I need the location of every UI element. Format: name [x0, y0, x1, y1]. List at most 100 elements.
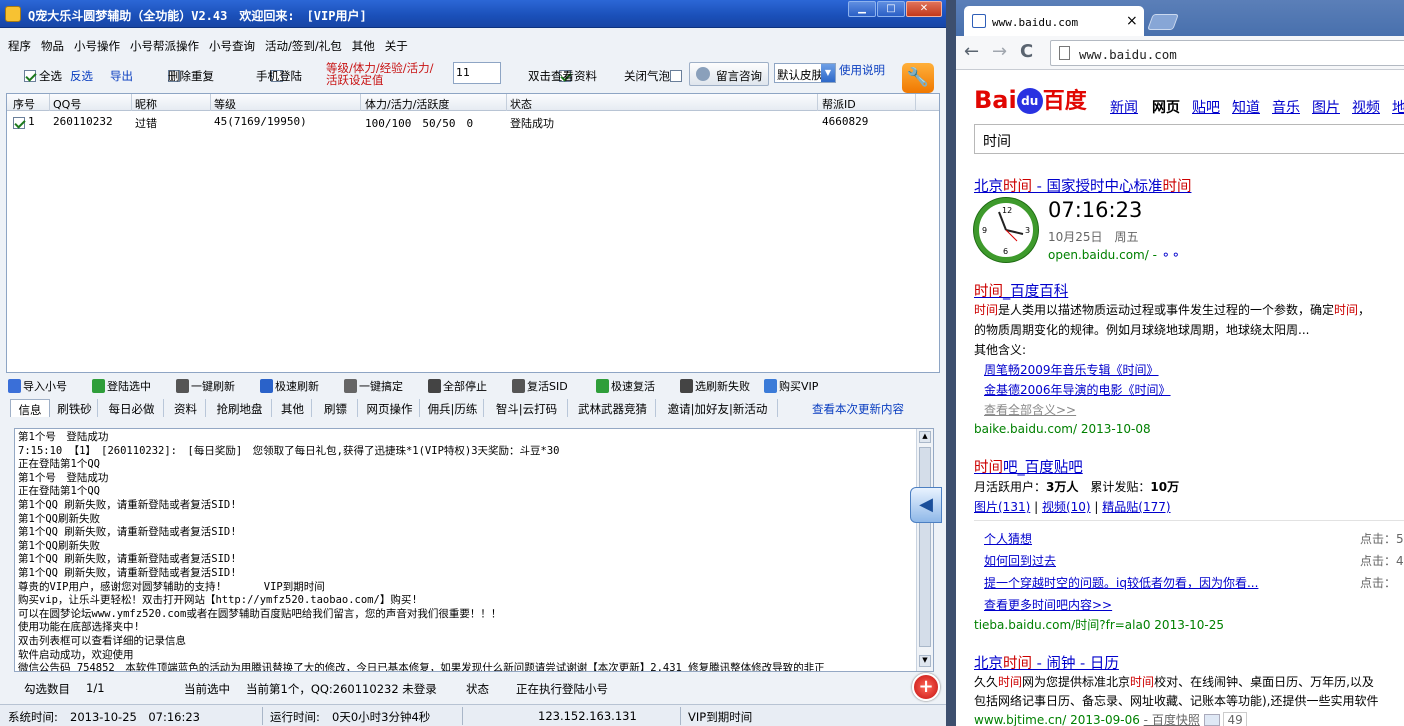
browser-toolbar: ← → C www.baidu.com [956, 36, 1404, 70]
tab-7[interactable]: 网页操作 [360, 399, 420, 417]
collapse-arrow-icon[interactable]: ◀ [910, 487, 942, 523]
menu-program[interactable]: 程序 [8, 38, 31, 54]
action-button-0[interactable]: 导入小号 [8, 378, 67, 394]
forward-arrow-icon[interactable]: → [992, 41, 1007, 62]
tab-1[interactable]: 刷铁砂 [52, 399, 98, 417]
action-button-9[interactable]: 购买VIP [764, 378, 818, 394]
col-guild-id[interactable]: 帮派ID [822, 96, 856, 112]
usage-link[interactable]: 使用说明 [839, 62, 885, 78]
post-link-2[interactable]: 如何回到过去 [984, 552, 1056, 569]
action-button-1[interactable]: 登陆选中 [92, 378, 151, 394]
link-images[interactable]: 图片(131) [974, 500, 1030, 514]
menu-alt-query[interactable]: 小号查询 [209, 38, 255, 54]
all-meanings-link[interactable]: 查看全部含义>> [984, 401, 1076, 418]
export-link[interactable]: 导出 [110, 68, 133, 84]
scroll-thumb[interactable] [919, 447, 931, 647]
tab-10[interactable]: 武林武器竞猜 [570, 399, 656, 417]
result-2-title[interactable]: 时间_百度百科 [974, 280, 1068, 301]
link-videos[interactable]: 视频(10) [1042, 500, 1091, 514]
post-link-3[interactable]: 提一个穿越时空的问题。iq较低者勿看，因为你看... [984, 574, 1258, 591]
action-button-3[interactable]: 极速刷新 [260, 378, 319, 394]
back-arrow-icon[interactable]: ← [964, 41, 979, 62]
chevron-down-icon[interactable]: ▼ [821, 64, 835, 82]
close-button[interactable]: ✕ [906, 1, 942, 17]
action-button-2[interactable]: 一键刷新 [176, 378, 235, 394]
browser-tab[interactable]: www.baidu.com × [964, 6, 1144, 36]
col-stats[interactable]: 体力/活力/活跃度 [365, 96, 449, 112]
result-3-title[interactable]: 时间吧_百度贴吧 [974, 456, 1083, 477]
link-featured[interactable]: 精品贴(177) [1102, 500, 1170, 514]
tab-3[interactable]: 资料 [166, 399, 206, 417]
col-nickname[interactable]: 昵称 [135, 96, 157, 112]
action-button-8[interactable]: 选刷新失败 [680, 378, 750, 394]
log-scrollbar[interactable]: ▲ ▼ [916, 429, 933, 671]
tab-close-icon[interactable]: × [1126, 13, 1138, 29]
new-tab-button[interactable] [1147, 14, 1179, 30]
scroll-up-icon[interactable]: ▲ [919, 431, 931, 443]
nav-news[interactable]: 新闻 [1110, 97, 1138, 117]
col-status[interactable]: 状态 [510, 96, 532, 112]
baidu-logo[interactable]: Bai du 百度 [974, 83, 1087, 115]
reload-icon[interactable]: C [1020, 41, 1033, 62]
minimize-button[interactable]: ▁ [848, 1, 876, 17]
menu-events[interactable]: 活动/签到/礼包 [265, 38, 342, 54]
menu-about[interactable]: 关于 [385, 38, 408, 54]
nav-music[interactable]: 音乐 [1272, 97, 1300, 117]
check-updates-link[interactable]: 查看本次更新内容 [812, 399, 904, 417]
table-row[interactable]: 1 260110232 过错 45(7169/19950) 100/100 50… [7, 112, 939, 130]
clock-date: 10月25日 周五 [1048, 230, 1139, 244]
maximize-button[interactable]: □ [877, 1, 905, 17]
menu-other[interactable]: 其他 [352, 38, 375, 54]
nav-zhidao[interactable]: 知道 [1232, 97, 1260, 117]
col-level[interactable]: 等级 [214, 96, 236, 112]
logo-text: Bai [974, 86, 1017, 114]
post-link-1[interactable]: 个人猜想 [984, 530, 1032, 547]
action-button-4[interactable]: 一键搞定 [344, 378, 403, 394]
select-all-label[interactable]: 全选 [39, 68, 62, 84]
result-4-title[interactable]: 北京时间 - 闹钟 - 日历 [974, 652, 1119, 673]
nav-video[interactable]: 视频 [1352, 97, 1380, 117]
status-bar: 系统时间: 2013-10-25 07:16:23 运行时间: 0天0小时3分钟… [0, 704, 946, 726]
meaning-link-2[interactable]: 金基德2006年导演的电影《时间》 [984, 381, 1171, 398]
action-button-7[interactable]: 极速复活 [596, 378, 655, 394]
feedback-button[interactable]: 留言咨询 [689, 62, 769, 86]
col-qq[interactable]: QQ号 [53, 96, 81, 112]
tab-0[interactable]: 信息 [10, 399, 50, 417]
nav-map[interactable]: 地 [1392, 97, 1404, 117]
add-icon[interactable]: + [912, 673, 940, 701]
menu-alt-ops[interactable]: 小号操作 [74, 38, 120, 54]
tab-9[interactable]: 智斗|云打码 [486, 399, 568, 417]
tab-6[interactable]: 刷镖 [314, 399, 358, 417]
tab-11[interactable]: 邀请|加好友|新活动 [658, 399, 778, 417]
wrench-icon[interactable]: 🔧 [902, 63, 934, 93]
action-icon [344, 379, 357, 393]
share-icon[interactable] [1203, 714, 1220, 726]
action-button-6[interactable]: 复活SID [512, 378, 568, 394]
search-input[interactable]: 时间 [974, 124, 1404, 154]
action-button-5[interactable]: 全部停止 [428, 378, 487, 394]
result-1-title[interactable]: 北京时间 - 国家授时中心标准时间 [974, 175, 1191, 196]
menu-alt-guild-ops[interactable]: 小号帮派操作 [130, 38, 199, 54]
menu-items[interactable]: 物品 [41, 38, 64, 54]
tab-4[interactable]: 抢刷地盘 [208, 399, 272, 417]
nav-images[interactable]: 图片 [1312, 97, 1340, 117]
row-qq: 260110232 [53, 115, 113, 128]
nav-tieba[interactable]: 贴吧 [1192, 97, 1220, 117]
invert-selection-link[interactable]: 反选 [70, 68, 93, 84]
select-all-checkbox[interactable] [24, 70, 36, 82]
tab-5[interactable]: 其他 [274, 399, 312, 417]
meaning-link-1[interactable]: 周笔畅2009年音乐专辑《时间》 [984, 361, 1159, 378]
tab-2[interactable]: 每日必做 [100, 399, 164, 417]
more-posts-link[interactable]: 查看更多时间吧内容>> [984, 596, 1112, 613]
col-index[interactable]: 序号 [13, 96, 35, 112]
close-bubble-checkbox[interactable] [670, 70, 682, 82]
row-checkbox[interactable] [13, 117, 25, 129]
scroll-down-icon[interactable]: ▼ [919, 655, 931, 667]
tab-8[interactable]: 佣兵|历练 [422, 399, 484, 417]
nav-web[interactable]: 网页 [1152, 97, 1180, 117]
address-bar[interactable]: www.baidu.com [1050, 40, 1404, 66]
snapshot-link[interactable]: - 百度快照 [1144, 713, 1200, 726]
skin-select[interactable]: 默认皮肤 ▼ [774, 63, 836, 83]
log-panel[interactable]: 第1个号 登陆成功 7:15:10 【1】 [260110232]: [每日奖励]… [14, 428, 934, 672]
threshold-input[interactable]: 11 [453, 62, 501, 84]
